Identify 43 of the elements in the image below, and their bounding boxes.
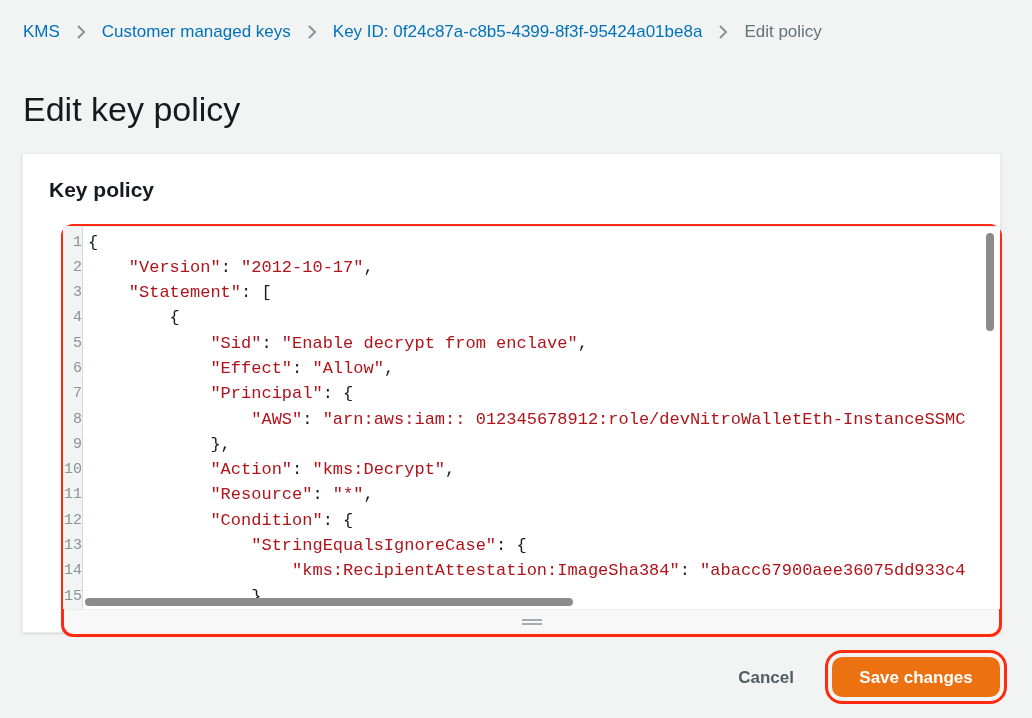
breadcrumb-link[interactable]: KMS	[23, 19, 60, 45]
line-number: 6	[72, 359, 82, 379]
code-line: "Effect": "Allow",	[209, 358, 395, 380]
line-number: 4	[72, 308, 82, 329]
chevron-right-icon	[718, 23, 729, 40]
vertical-scrollbar-thumb[interactable]	[986, 232, 994, 331]
code-line: "Condition": {	[209, 509, 354, 532]
line-number: 10	[63, 460, 82, 481]
line-number: 2	[72, 257, 82, 278]
code-editor[interactable]	[63, 225, 1000, 635]
code-line: "StringEqualsIgnoreCase": {	[250, 535, 527, 558]
line-number: 1	[72, 232, 82, 253]
code-line: "Action": "kms:Decrypt",	[209, 459, 456, 482]
chevron-right-icon	[306, 23, 317, 40]
panel-title: Key policy	[49, 176, 155, 203]
code-line: {	[88, 231, 99, 254]
code-line: "Resource": "*",	[209, 484, 374, 507]
code-line: "AWS": "arn:aws:iam:: 012345678912:role/devNitroWalletEth-InstanceSSMC	[250, 408, 966, 431]
horizontal-scrollbar-thumb[interactable]	[85, 597, 573, 606]
breadcrumb-current: Edit policy	[744, 21, 822, 43]
line-number: 12	[63, 510, 82, 531]
line-number: 5	[72, 333, 82, 354]
page-title: Edit key policy	[23, 88, 241, 129]
line-number: 9	[72, 434, 82, 455]
line-number: 11	[63, 485, 82, 506]
code-line: "Principal": {	[209, 383, 354, 406]
line-number: 13	[63, 536, 82, 557]
line-number: 7	[72, 384, 82, 405]
resize-handle-icon[interactable]	[521, 619, 542, 626]
cancel-button[interactable]: Cancel	[718, 656, 814, 698]
breadcrumb-link[interactable]: Key ID: 0f24c87a-c8b5-4399-8f3f-95424a01be8a	[332, 19, 703, 45]
code-line: "kms:RecipientAttestation:ImageSha384": "abacc67900aee36075dd933c4	[291, 560, 966, 583]
breadcrumb-link[interactable]: Customer managed keys	[101, 19, 291, 45]
chevron-right-icon	[75, 23, 86, 40]
code-line: "Sid": "Enable decrypt from enclave",	[209, 332, 588, 355]
line-number: 15	[63, 586, 82, 607]
line-number: 14	[63, 561, 82, 582]
code-line: },	[209, 433, 231, 456]
line-number: 3	[72, 283, 82, 304]
code-line: {	[168, 307, 180, 330]
line-number: 8	[72, 409, 82, 430]
code-line: "Statement": [	[127, 282, 272, 305]
code-line: "Version": "2012-10-17",	[127, 256, 374, 279]
